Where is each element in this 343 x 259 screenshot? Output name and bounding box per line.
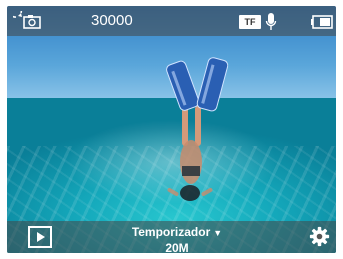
settings-icon[interactable] (309, 226, 330, 247)
camera-viewfinder: 30000 TF Temporizador ▼ 20M (7, 6, 336, 253)
sd-card-badge: TF (239, 15, 261, 29)
battery-icon (311, 15, 333, 29)
photo-resolution: 20M (165, 241, 189, 253)
playback-icon[interactable] (28, 226, 52, 248)
dropdown-caret-icon: ▼ (213, 228, 223, 238)
photo-mode-icon[interactable] (13, 11, 43, 31)
capture-mode-selector[interactable]: Temporizador ▼ 20M (107, 223, 247, 253)
swimmer-figure (166, 57, 229, 201)
capture-mode-label: Temporizador (131, 225, 211, 239)
microphone-icon (265, 13, 277, 30)
status-bar: 30000 TF (7, 6, 336, 36)
live-preview-photo (7, 6, 336, 253)
bottom-control-bar: Temporizador ▼ 20M (7, 221, 336, 253)
remaining-shots-count: 30000 (91, 12, 133, 29)
